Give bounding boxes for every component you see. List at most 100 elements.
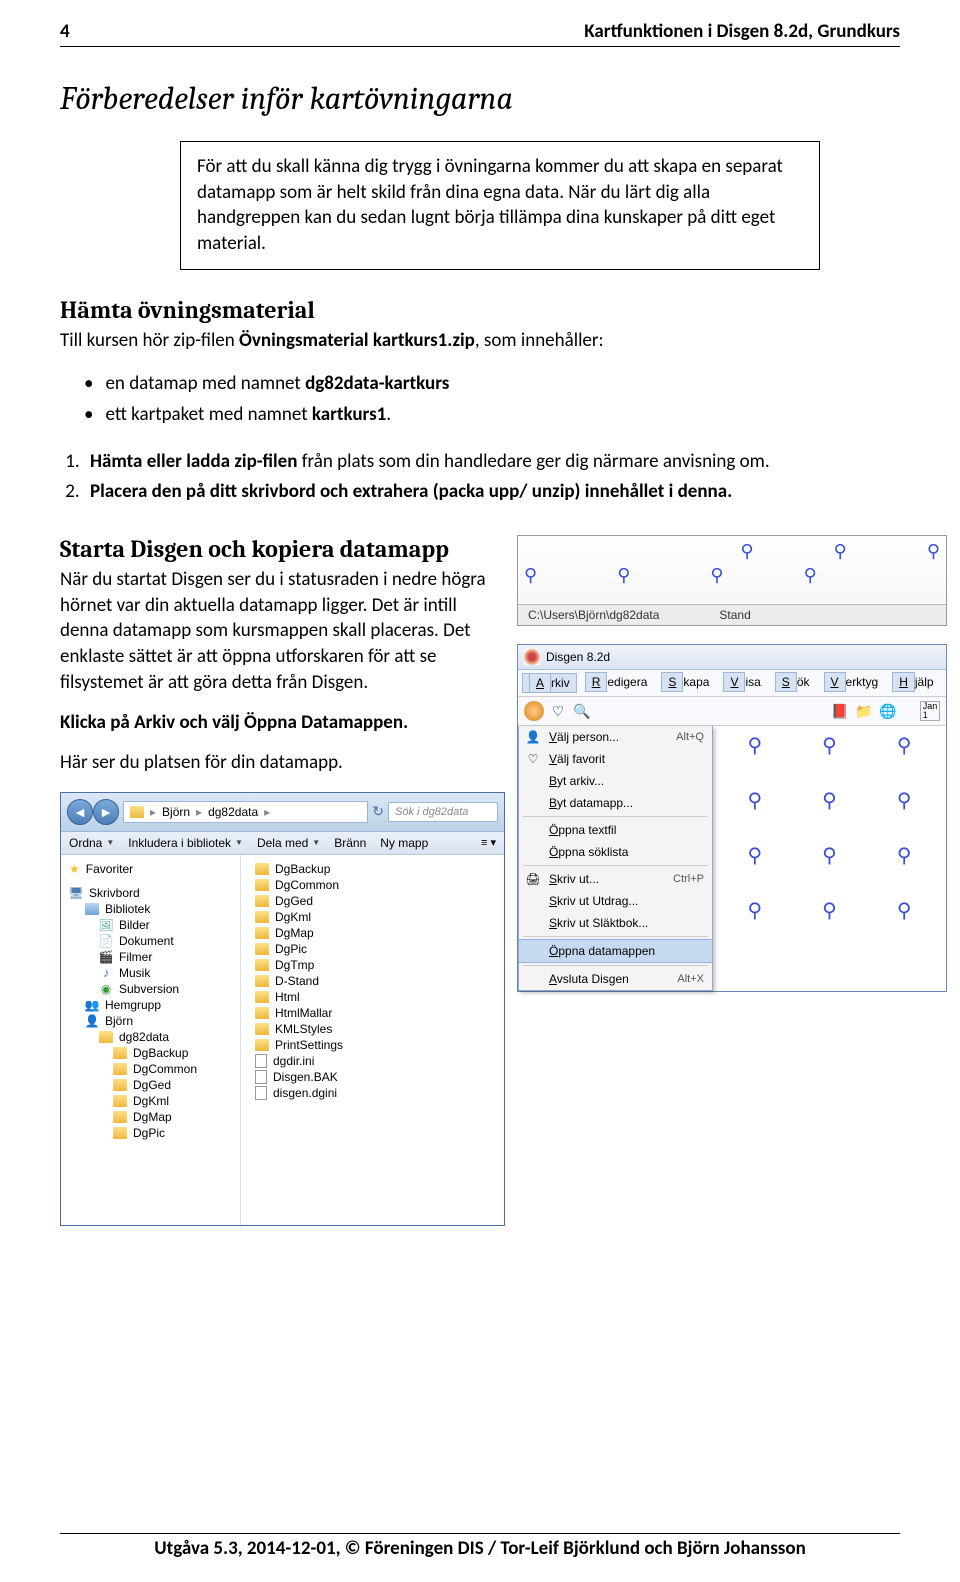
list-item[interactable]: PrintSettings <box>251 1037 494 1053</box>
list-item[interactable]: DgMap <box>251 925 494 941</box>
people-area: ⚲⚲⚲ ⚲⚲⚲ ⚲⚲⚲ ⚲⚲⚲ <box>713 726 946 931</box>
menu-item[interactable]: Byt arkiv... <box>519 770 712 792</box>
explorer-nav: ★Favoriter 🖥SkrivbordBibliotek🖼Bilder📄Dok… <box>61 855 241 1225</box>
nav-item[interactable]: 📄Dokument <box>65 933 236 949</box>
list-item[interactable]: DgPic <box>251 941 494 957</box>
menu-redigera[interactable]: Redigera <box>579 673 654 693</box>
tb-share[interactable]: Dela med ▼ <box>257 836 320 850</box>
person-icon: ⚲ <box>710 566 723 584</box>
menu-visa[interactable]: Visa <box>717 673 766 693</box>
list-item[interactable]: KMLStyles <box>251 1021 494 1037</box>
nav-item[interactable]: dg82data <box>65 1029 236 1045</box>
person-icon: ⚲ <box>804 566 817 584</box>
toolbar: ♡ 🔍 📕 📁 🌐 Jan1 <box>518 697 946 726</box>
menu-sök[interactable]: Sök <box>769 673 816 693</box>
tb-newfolder[interactable]: Ny mapp <box>380 836 428 850</box>
list-item[interactable]: dgdir.ini <box>251 1053 494 1069</box>
statusbar-path: C:\Users\Björn\dg82data <box>528 608 659 622</box>
list-item[interactable]: DgKml <box>251 909 494 925</box>
heading-starta: Starta Disgen och kopiera datamapp <box>60 535 505 563</box>
menu-item[interactable]: Öppna textfil <box>519 819 712 841</box>
disgen-menu-screenshot: Disgen 8.2d ArkivRedigeraSkapaVisaSökVer… <box>517 644 947 992</box>
footer-text: Utgåva 5.3, 2014-12-01, © Föreningen DIS… <box>0 1537 960 1560</box>
list-item[interactable]: DgTmp <box>251 957 494 973</box>
list-item[interactable]: Disgen.BAK <box>251 1069 494 1085</box>
menubar: ArkivRedigeraSkapaVisaSökVerktygHjälp <box>518 670 946 697</box>
p-starta-3: Här ser du platsen för din datamapp. <box>60 750 505 776</box>
menu-item[interactable]: Öppna söklista <box>519 841 712 863</box>
nav-item[interactable]: ★Favoriter <box>65 861 236 877</box>
list-item[interactable]: DgCommon <box>251 877 494 893</box>
person-icon: ⚲ <box>524 566 537 584</box>
list-item[interactable]: DgBackup <box>251 861 494 877</box>
menu-item[interactable]: ♡Välj favorit <box>519 748 712 770</box>
tb-burn[interactable]: Bränn <box>334 836 366 850</box>
statusbar-screenshot: ⚲ ⚲ ⚲ ⚲ ⚲ ⚲ ⚲ C:\Users\Björn\dg82data St… <box>517 535 947 626</box>
bullet-list: en datamap med namnet dg82data-kartkurs … <box>84 369 900 430</box>
nav-item[interactable]: 👤Björn <box>65 1013 236 1029</box>
person-icon: ⚲ <box>740 542 753 560</box>
nav-item[interactable]: 🖥Skrivbord <box>65 885 236 901</box>
menu-item[interactable]: Avsluta DisgenAlt+X <box>519 968 712 990</box>
nav-item[interactable]: Bibliotek <box>65 901 236 917</box>
menu-item[interactable]: Skriv ut Utdrag... <box>519 890 712 912</box>
explorer-toolbar: Ordna ▼ Inkludera i bibliotek ▼ Dela med… <box>61 832 504 855</box>
menu-item[interactable]: 🖨Skriv ut...Ctrl+P <box>519 868 712 890</box>
back-button[interactable]: ◄ <box>67 799 93 825</box>
toolbar-cal-icon[interactable]: Jan1 <box>920 701 940 721</box>
nav-item[interactable]: 🎬Filmer <box>65 949 236 965</box>
menu-item[interactable]: Öppna datamappen <box>519 939 712 963</box>
toolbar-heart-icon[interactable]: ♡ <box>548 701 568 721</box>
toolbar-globe-icon[interactable]: 🌐 <box>878 701 898 721</box>
toolbar-folder-icon[interactable]: 📁 <box>854 701 874 721</box>
tb-organize[interactable]: Ordna ▼ <box>69 836 114 850</box>
list-item[interactable]: D-Stand <box>251 973 494 989</box>
tb-include[interactable]: Inkludera i bibliotek ▼ <box>128 836 243 850</box>
menu-separator <box>523 865 708 866</box>
toolbar-user-icon[interactable] <box>524 701 544 721</box>
nav-item[interactable]: 🖼Bilder <box>65 917 236 933</box>
numbered-list: Hämta eller ladda zip-filen från plats s… <box>84 448 900 505</box>
nav-item[interactable]: DgCommon <box>65 1061 236 1077</box>
menu-separator <box>523 965 708 966</box>
list-item[interactable]: disgen.dgini <box>251 1085 494 1101</box>
menu-item[interactable]: 👤Välj person...Alt+Q <box>519 726 712 748</box>
p-hamta-intro: Till kursen hör zip-filen Övningsmateria… <box>60 328 900 354</box>
nav-item[interactable]: DgGed <box>65 1077 236 1093</box>
nav-item[interactable]: DgBackup <box>65 1045 236 1061</box>
view-icon[interactable]: ≡ ▾ <box>481 836 496 849</box>
menu-item[interactable]: Skriv ut Släktbok... <box>519 912 712 934</box>
section-title-1: Förberedelser inför kartövningarna <box>60 80 900 117</box>
explorer-search[interactable]: Sök i dg82data <box>388 802 498 822</box>
step-2: Placera den på ditt skrivbord och extrah… <box>84 478 900 506</box>
bullet-1: en datamap med namnet dg82data-kartkurs <box>84 369 900 399</box>
nav-item[interactable]: ◉Subversion <box>65 981 236 997</box>
menu-hjälp[interactable]: Hjälp <box>886 673 939 693</box>
nav-item[interactable]: DgMap <box>65 1109 236 1125</box>
toolbar-mag-icon[interactable]: 🔍 <box>572 701 592 721</box>
forward-button[interactable]: ► <box>93 799 119 825</box>
bullet-2: ett kartpaket med namnet kartkurs1. <box>84 400 900 430</box>
folder-icon <box>130 806 144 818</box>
menu-verktyg[interactable]: Verktyg <box>818 673 885 693</box>
breadcrumb[interactable]: ▸ Björn ▸ dg82data ▸ <box>123 801 368 823</box>
nav-item[interactable]: ♪Musik <box>65 965 236 981</box>
menu-item[interactable]: Byt datamapp... <box>519 792 712 814</box>
nav-item[interactable]: 👥Hemgrupp <box>65 997 236 1013</box>
person-icon: ⚲ <box>617 566 630 584</box>
refresh-icon[interactable]: ↻ <box>372 803 384 820</box>
explorer-list: DgBackupDgCommonDgGedDgKmlDgMapDgPicDgTm… <box>241 855 504 1225</box>
list-item[interactable]: HtmlMallar <box>251 1005 494 1021</box>
nav-item[interactable]: DgKml <box>65 1093 236 1109</box>
explorer-addressbar: ◄ ► ▸ Björn ▸ dg82data ▸ ↻ Sök i dg82dat… <box>61 793 504 832</box>
toolbar-book-icon[interactable]: 📕 <box>830 701 850 721</box>
header-title: Kartfunktionen i Disgen 8.2d, Grundkurs <box>584 20 900 43</box>
heading-hamta: Hämta övningsmaterial <box>60 296 900 324</box>
nav-item[interactable]: DgPic <box>65 1125 236 1141</box>
list-item[interactable]: Html <box>251 989 494 1005</box>
menu-skapa[interactable]: Skapa <box>655 673 715 693</box>
app-icon <box>524 649 540 665</box>
list-item[interactable]: DgGed <box>251 893 494 909</box>
menu-arkiv[interactable]: Arkiv <box>522 673 577 693</box>
page-number: 4 <box>60 20 70 43</box>
